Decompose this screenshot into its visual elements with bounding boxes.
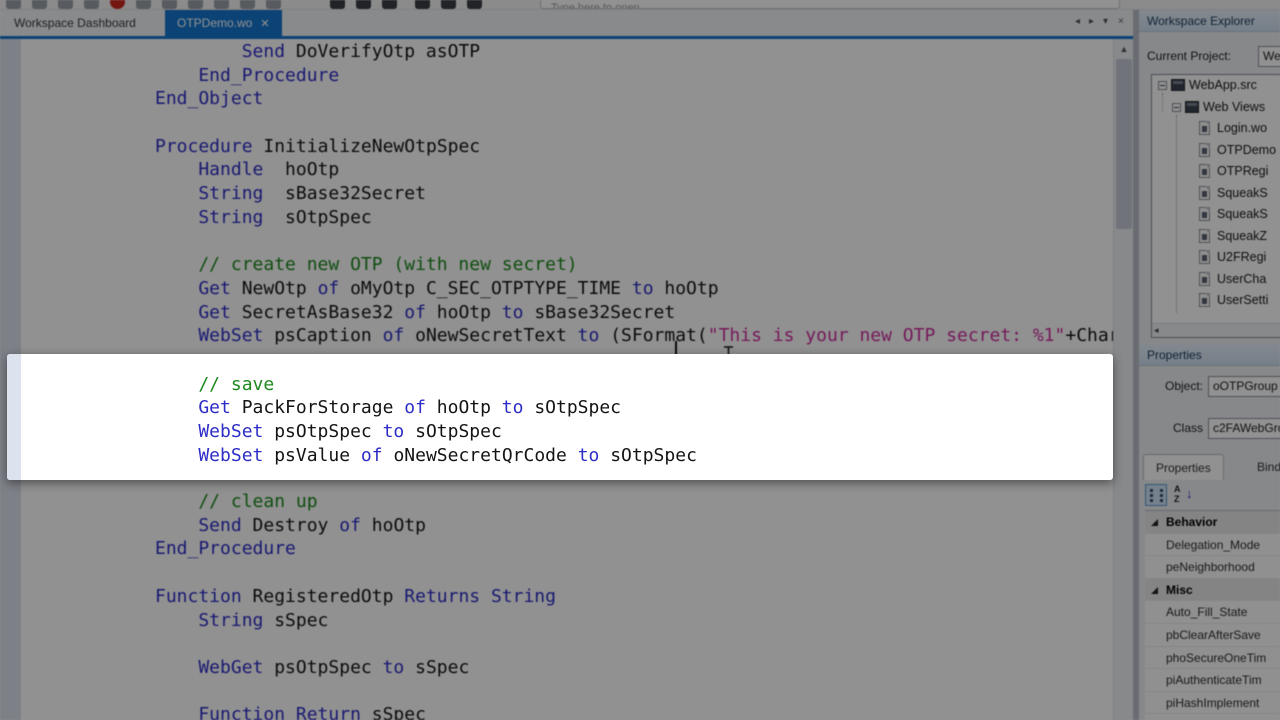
code-line: Get PackForStorage of hoOtp to sOtpSpec [155,397,622,419]
ide-window: Type here to open Workspace Dashboard OT… [0,0,1280,720]
code-line: // save [155,373,275,395]
spotlight-highlight: Send DoVerifyOtp asOTP End_ProcedureEnd_… [7,354,1113,480]
code-line: WebSet psOtpSpec to sOtpSpec [155,421,502,442]
editor-margin [7,354,21,480]
code-line: WebSet psValue of oNewSecretQrCode to sO… [155,444,697,466]
highlighted-code: Send DoVerifyOtp asOTP End_ProcedureEnd_… [155,354,1113,480]
